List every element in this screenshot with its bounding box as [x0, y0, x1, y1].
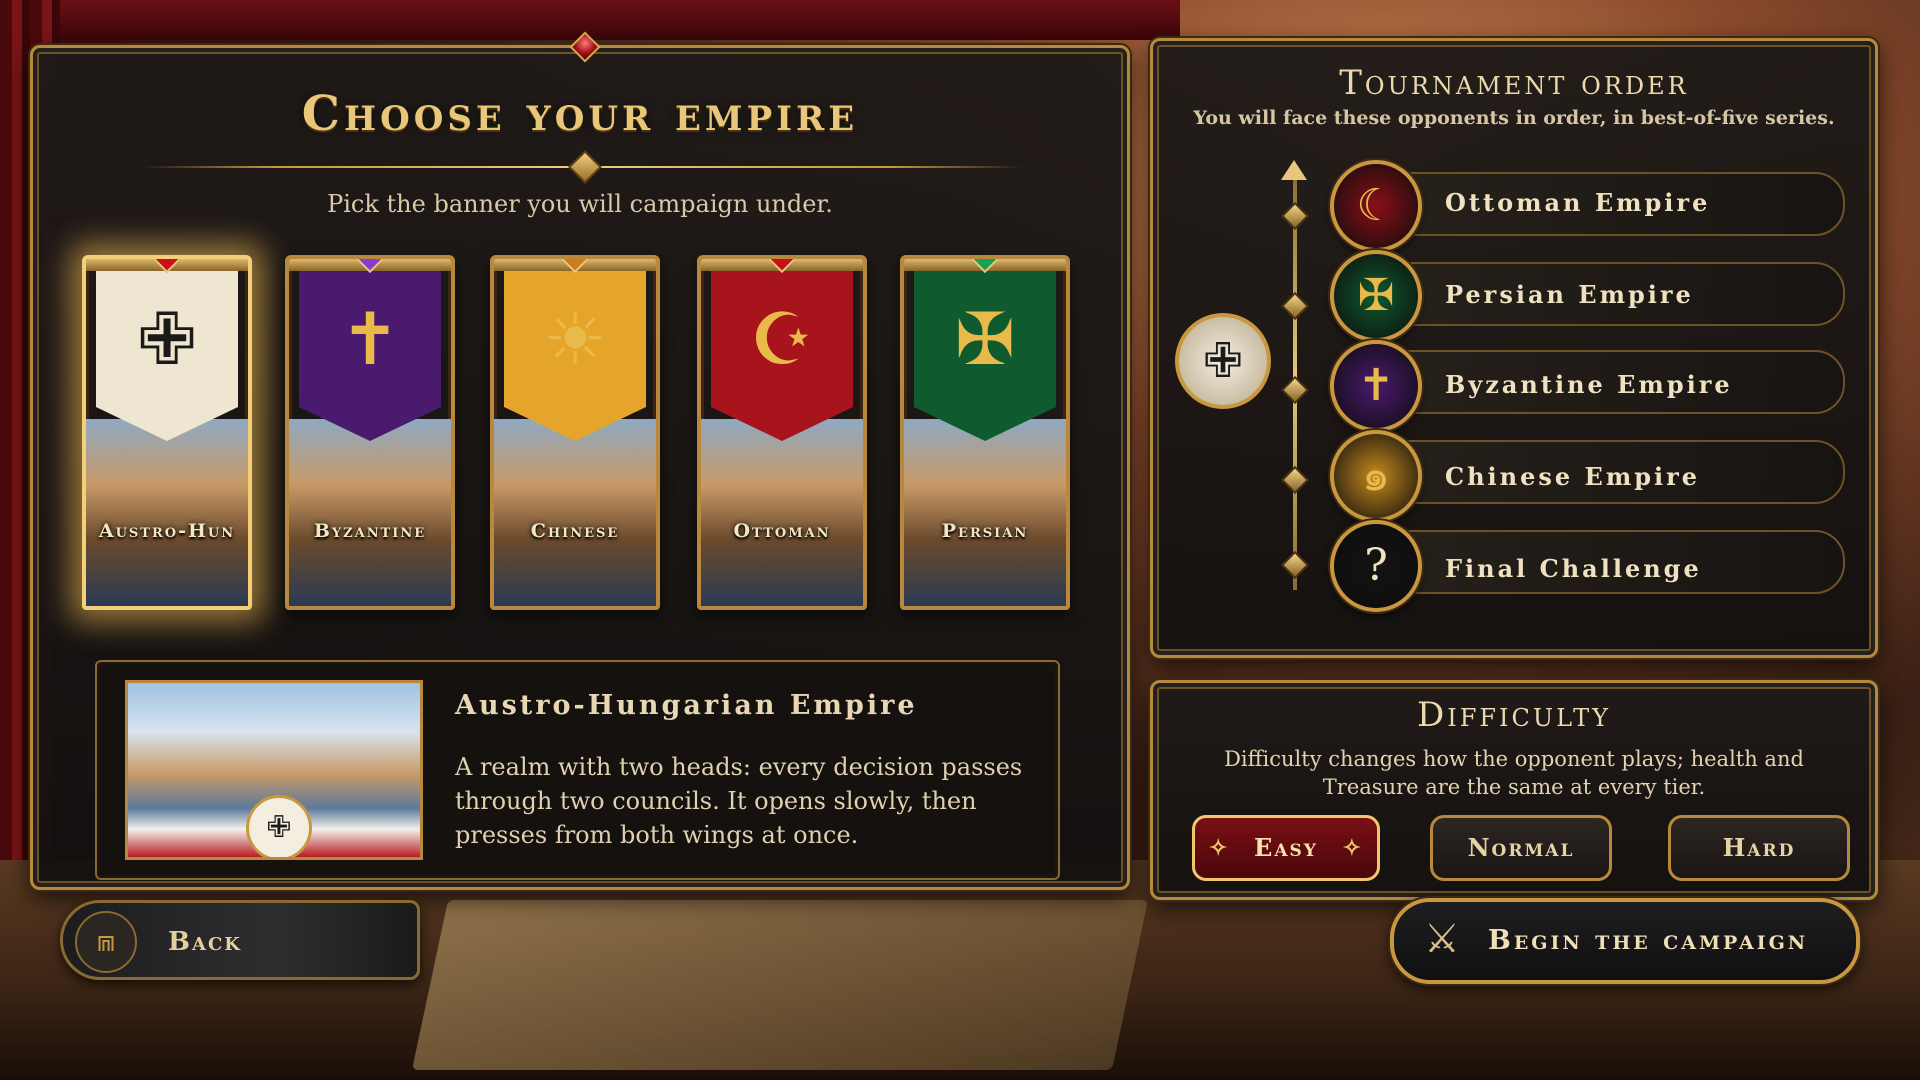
- opponent-name: Persian Empire: [1445, 280, 1694, 309]
- banner-ottoman[interactable]: ☪ Ottoman: [697, 255, 867, 610]
- difficulty-label: Hard: [1722, 833, 1796, 862]
- difficulty-description: Difficulty changes how the opponent play…: [1224, 747, 1804, 799]
- coat-of-arms-icon: ✙: [246, 795, 312, 857]
- banner-austro-hungarian[interactable]: ✙ Austro-Hun: [82, 255, 252, 610]
- opponent-medal: ๑: [1330, 430, 1422, 522]
- faravahar-icon: ✠: [954, 297, 1016, 381]
- difficulty-title: Difficulty: [1417, 695, 1611, 735]
- empire-description: A realm with two heads: every decision p…: [455, 753, 1023, 849]
- path-arrow-icon: [1281, 160, 1307, 180]
- page-subtitle: Pick the banner you will campaign under.: [327, 190, 833, 218]
- difficulty-hard-button[interactable]: Hard: [1668, 815, 1850, 881]
- double-headed-eagle-icon: ✙: [136, 297, 198, 381]
- empire-name: Austro-Hungarian Empire: [455, 690, 918, 721]
- banner-label: Chinese: [530, 520, 620, 542]
- opponent-medal: ✠: [1330, 250, 1422, 342]
- opponent-medal: ☾: [1330, 160, 1422, 252]
- banner-byzantine[interactable]: ✝ Byzantine: [285, 255, 455, 610]
- cross-eagle-icon: ✝: [1357, 360, 1395, 411]
- dragon-icon: ๑: [1362, 450, 1390, 501]
- opponent-name: Ottoman Empire: [1445, 188, 1711, 217]
- background-curtain-top: [0, 0, 1180, 40]
- opponent-medal: ?: [1330, 520, 1422, 612]
- opponent-name: Byzantine Empire: [1445, 370, 1733, 399]
- opponent-name: Final Challenge: [1445, 554, 1702, 583]
- divider-gem: [568, 150, 602, 184]
- castle-gate-icon: ⩎: [75, 911, 137, 973]
- dragon-icon: ☀: [542, 297, 608, 381]
- crossed-axes-icon: ⚔: [1424, 916, 1460, 962]
- difficulty-easy-button[interactable]: ✧ Easy ✧: [1192, 815, 1380, 881]
- banner-label: Ottoman: [733, 520, 831, 542]
- banner-landscape: [289, 419, 451, 606]
- banner-label: Persian: [941, 520, 1029, 542]
- back-button[interactable]: ⩎ Back: [60, 900, 420, 980]
- player-empire-medal: ✙: [1175, 313, 1271, 409]
- tournament-title: Tournament order: [1339, 63, 1689, 103]
- banner-landscape: [86, 419, 248, 606]
- banner-landscape: [701, 419, 863, 606]
- banner-chinese[interactable]: ☀ Chinese: [490, 255, 660, 610]
- difficulty-normal-button[interactable]: Normal: [1430, 815, 1612, 881]
- banner-persian[interactable]: ✠ Persian: [900, 255, 1070, 610]
- opponent-name: Chinese Empire: [1445, 462, 1701, 491]
- banner-landscape: [904, 419, 1066, 606]
- faravahar-icon: ✠: [1357, 270, 1395, 321]
- question-mark-icon: ?: [1364, 540, 1388, 591]
- banner-label: Austro-Hun: [98, 520, 236, 542]
- page-title: Choose your empire: [301, 86, 859, 142]
- banner-landscape: [494, 419, 656, 606]
- sparkle-icon: ✧: [1209, 835, 1230, 861]
- background-map: [411, 900, 1149, 1070]
- banner-label: Byzantine: [313, 520, 427, 542]
- empire-illustration: ✙: [125, 680, 423, 860]
- double-headed-eagle-icon: ✙: [1202, 333, 1244, 389]
- crescent-tughra-icon: ☪: [749, 297, 815, 381]
- crescent-tughra-icon: ☾: [1356, 180, 1396, 231]
- opponent-medal: ✝: [1330, 340, 1422, 432]
- empire-info-box: ✙ Austro-Hungarian Empire A realm with t…: [95, 660, 1060, 880]
- cross-eagle-icon: ✝: [339, 297, 401, 381]
- difficulty-label: Normal: [1467, 833, 1575, 862]
- sparkle-icon: ✧: [1342, 835, 1363, 861]
- tournament-subtitle: You will face these opponents in order, …: [1193, 107, 1835, 129]
- begin-campaign-button[interactable]: ⚔ Begin the campaign: [1390, 898, 1860, 984]
- difficulty-label: Easy: [1254, 833, 1318, 862]
- begin-campaign-label: Begin the campaign: [1488, 925, 1809, 956]
- back-button-label: Back: [168, 927, 242, 957]
